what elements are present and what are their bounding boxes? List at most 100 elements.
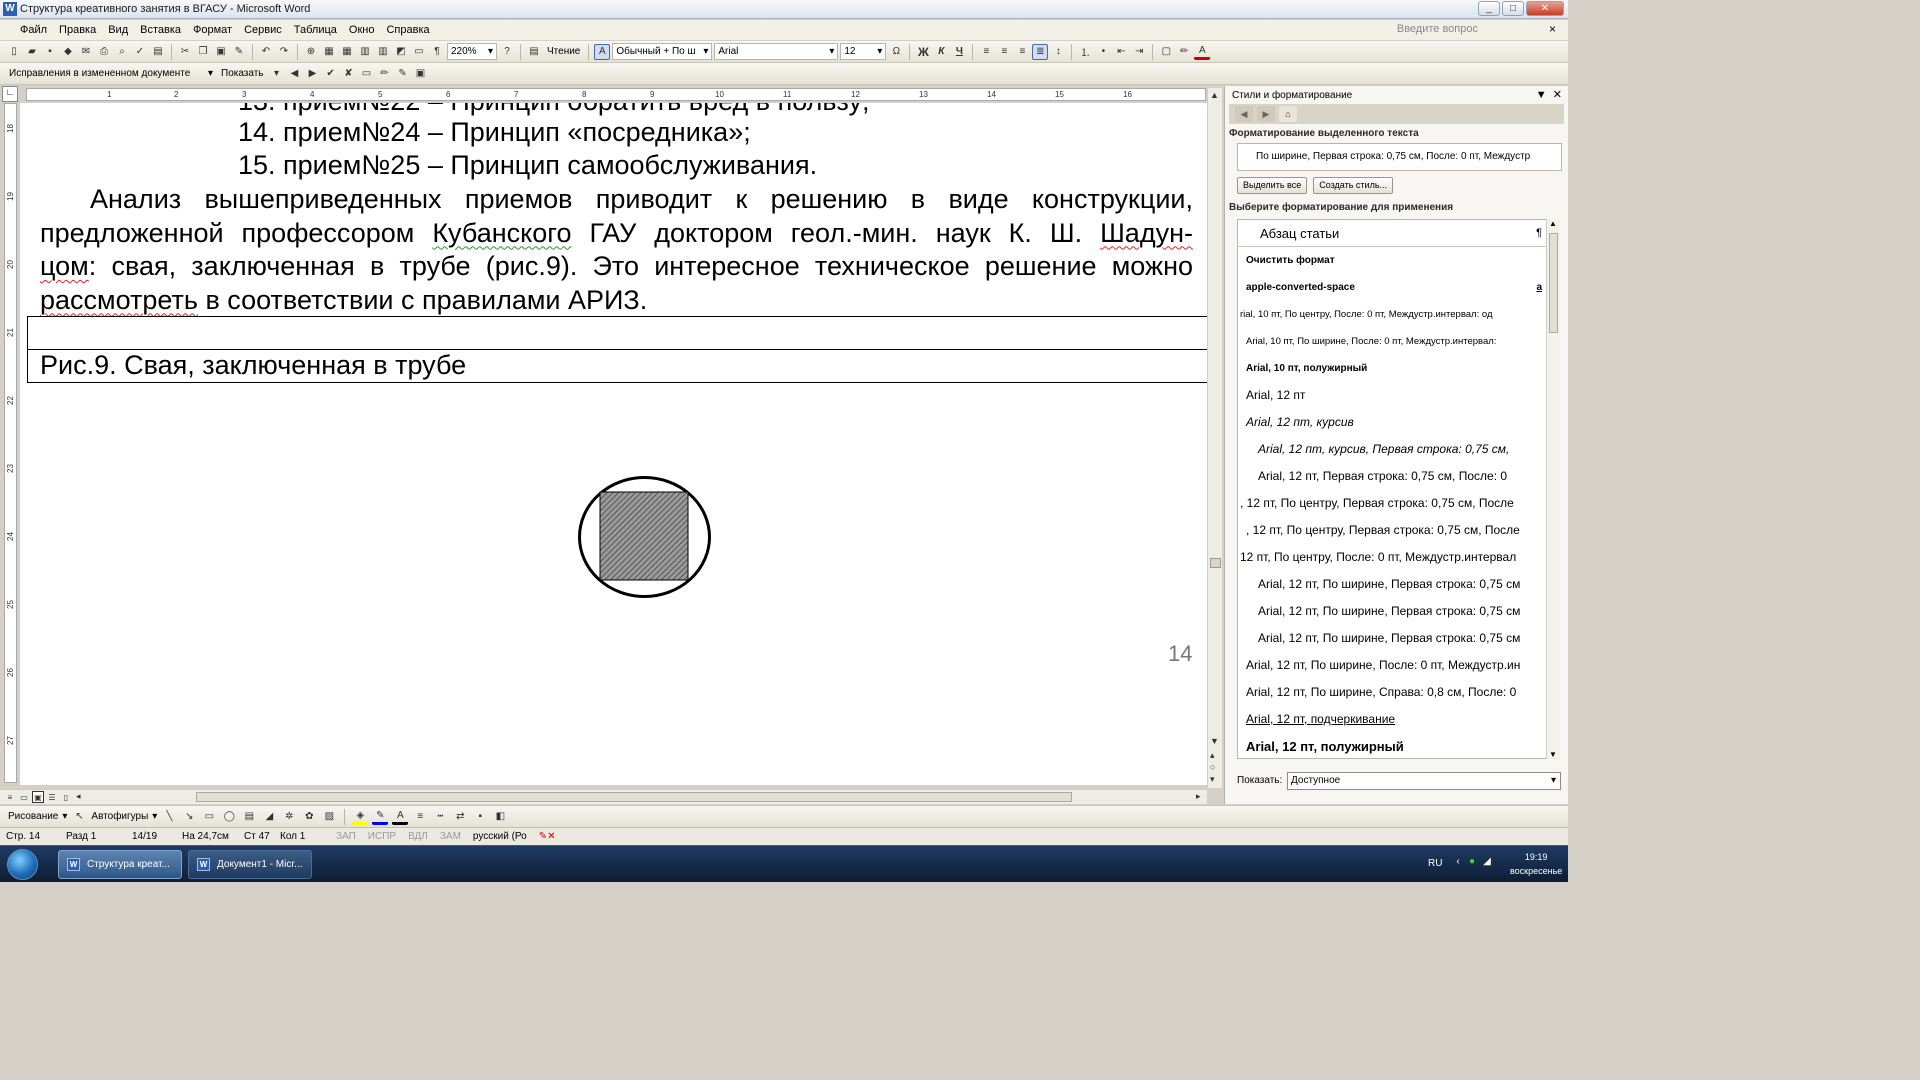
dash-style-icon[interactable]: ┅ bbox=[432, 809, 448, 825]
task-pane-close-icon[interactable]: ✕ bbox=[1553, 89, 1562, 101]
next-page-icon[interactable]: ▾ bbox=[1210, 774, 1215, 785]
styles-pane-icon[interactable]: A bbox=[594, 43, 611, 60]
style-item[interactable]: Очистить формат bbox=[1238, 247, 1546, 274]
font-select[interactable]: Arial ▾ bbox=[714, 43, 839, 60]
bullets-icon[interactable]: • bbox=[1095, 44, 1111, 60]
volume-icon[interactable]: ◢ bbox=[1481, 856, 1493, 868]
permission-icon[interactable]: ◆ bbox=[60, 44, 76, 60]
menu-tools[interactable]: Сервис bbox=[238, 24, 288, 36]
task-pane-menu-icon[interactable]: ▼ bbox=[1536, 89, 1547, 101]
format-painter-icon[interactable]: ✎ bbox=[231, 44, 247, 60]
menu-table[interactable]: Таблица bbox=[288, 24, 343, 36]
chevron-down-icon[interactable]: ▾ bbox=[269, 66, 285, 82]
outline-view-icon[interactable]: ☰ bbox=[46, 791, 58, 803]
status-overtype[interactable]: ЗАМ bbox=[434, 831, 467, 842]
previous-page-icon[interactable]: ▴ bbox=[1210, 750, 1215, 761]
line-color-icon[interactable]: ✎ bbox=[372, 809, 389, 825]
forward-icon[interactable]: ▶ bbox=[1257, 106, 1275, 122]
style-item[interactable]: , 12 пт, По центру, Первая строка: 0,75 … bbox=[1238, 490, 1546, 517]
clip-art-icon[interactable]: ✿ bbox=[301, 809, 317, 825]
reading-view-icon[interactable]: ▯ bbox=[60, 791, 72, 803]
numbering-icon[interactable]: ⒈ bbox=[1077, 44, 1093, 60]
underline-button[interactable]: Ч bbox=[951, 44, 967, 60]
document-vertical-scrollbar[interactable]: ▲ ▼ ▴ ○ ▾ bbox=[1207, 88, 1222, 788]
reading-button[interactable]: Чтение bbox=[544, 46, 583, 57]
reject-change-icon[interactable]: ✘ bbox=[341, 66, 357, 82]
read-icon[interactable]: ▤ bbox=[526, 44, 542, 60]
fill-color-icon[interactable]: ◈ bbox=[352, 809, 369, 825]
back-icon[interactable]: ◀ bbox=[1235, 106, 1253, 122]
browse-object-icon[interactable]: ○ bbox=[1210, 762, 1215, 772]
diagram-icon[interactable]: ✲ bbox=[281, 809, 297, 825]
copy-icon[interactable]: ❐ bbox=[195, 44, 211, 60]
wordart-icon[interactable]: ◢ bbox=[261, 809, 277, 825]
style-select[interactable]: Обычный + По ш ▾ bbox=[612, 43, 713, 60]
line-style-icon[interactable]: ≡ bbox=[412, 809, 428, 825]
text-box-icon[interactable]: ▤ bbox=[241, 809, 257, 825]
style-item[interactable]: 12 пт, По центру, После: 0 пт, Междустр.… bbox=[1238, 544, 1546, 571]
style-item[interactable]: rial, 10 пт, По центру, После: 0 пт, Меж… bbox=[1238, 301, 1546, 328]
undo-icon[interactable]: ↶ bbox=[258, 44, 274, 60]
web-view-icon[interactable]: ▭ bbox=[18, 791, 30, 803]
arrow-icon[interactable]: ↘ bbox=[181, 809, 197, 825]
print-layout-icon[interactable]: ▣ bbox=[32, 791, 44, 803]
email-icon[interactable]: ✉ bbox=[78, 44, 94, 60]
select-all-button[interactable]: Выделить все bbox=[1237, 177, 1308, 194]
system-clock[interactable]: 19:19 воскресенье bbox=[1510, 850, 1562, 878]
style-item[interactable]: Arial, 12 пт, Первая строка: 0,75 см, По… bbox=[1238, 463, 1546, 490]
decrease-indent-icon[interactable]: ⇤ bbox=[1113, 44, 1129, 60]
taskbar-document1-button[interactable]: W Документ1 - Micr... bbox=[188, 850, 312, 879]
arrow-style-icon[interactable]: ⇄ bbox=[452, 809, 468, 825]
justify-icon[interactable]: ≣ bbox=[1032, 43, 1049, 60]
start-button[interactable] bbox=[7, 849, 38, 880]
style-item[interactable]: Arial, 12 пт, По ширине, После: 0 пт, Ме… bbox=[1238, 652, 1546, 679]
columns-icon[interactable]: ▥ bbox=[375, 44, 391, 60]
font-color-icon[interactable]: A bbox=[1194, 44, 1211, 60]
home-icon[interactable]: ⌂ bbox=[1279, 106, 1297, 122]
bold-button[interactable]: Ж bbox=[915, 44, 931, 60]
track-changes-icon[interactable]: ✎ bbox=[395, 66, 411, 82]
accept-change-icon[interactable]: ✔ bbox=[323, 66, 339, 82]
shadow-icon[interactable]: ▪ bbox=[472, 809, 488, 825]
insert-table-icon[interactable]: ▦ bbox=[339, 44, 355, 60]
menu-insert[interactable]: Вставка bbox=[134, 24, 187, 36]
menu-window[interactable]: Окно bbox=[343, 24, 381, 36]
show-hidden-icons-icon[interactable]: ‹ bbox=[1452, 856, 1464, 868]
font-color-icon[interactable]: A bbox=[392, 809, 409, 825]
track-view-select[interactable]: Исправления в измененном документе ▾ bbox=[6, 65, 216, 82]
horizontal-scroll-thumb[interactable] bbox=[196, 792, 1072, 802]
symbol-icon[interactable]: Ω bbox=[888, 44, 904, 60]
scroll-down-icon[interactable]: ▼ bbox=[1210, 736, 1219, 746]
scroll-left-icon[interactable]: ◂ bbox=[76, 791, 81, 802]
select-objects-icon[interactable]: ↖ bbox=[71, 809, 87, 825]
network-icon[interactable]: ● bbox=[1466, 856, 1478, 868]
close-document-icon[interactable]: × bbox=[1549, 22, 1556, 36]
highlight-icon[interactable]: ✏ bbox=[377, 66, 393, 82]
style-item[interactable]: apple-converted-space a bbox=[1238, 274, 1546, 301]
show-hide-icon[interactable]: ¶ bbox=[429, 44, 445, 60]
style-item[interactable]: Абзац статьи ¶ bbox=[1238, 220, 1546, 247]
style-item[interactable]: Arial, 12 пт, полужирный bbox=[1238, 733, 1546, 758]
style-item[interactable]: Arial, 12 пт bbox=[1238, 382, 1546, 409]
status-track[interactable]: ИСПР bbox=[362, 831, 402, 842]
style-item[interactable]: Arial, 12 пт, По ширине, Первая строка: … bbox=[1238, 625, 1546, 652]
rectangle-icon[interactable]: ▭ bbox=[201, 809, 217, 825]
help-icon[interactable]: ? bbox=[499, 44, 515, 60]
menu-file[interactable]: Файл bbox=[14, 24, 53, 36]
status-record[interactable]: ЗАП bbox=[330, 831, 362, 842]
insert-excel-icon[interactable]: ▥ bbox=[357, 44, 373, 60]
save-icon[interactable]: ▪ bbox=[42, 44, 58, 60]
drawing-icon[interactable]: ◩ bbox=[393, 44, 409, 60]
picture-icon[interactable]: ▨ bbox=[321, 809, 337, 825]
style-item[interactable]: , 12 пт, По центру, Первая строка: 0,75 … bbox=[1238, 517, 1546, 544]
document-horizontal-scrollbar[interactable]: ≡ ▭ ▣ ☰ ▯ ◂ ▸ bbox=[0, 789, 1207, 804]
hyperlink-icon[interactable]: ⊕ bbox=[303, 44, 319, 60]
current-format-box[interactable]: По ширине, Первая строка: 0,75 см, После… bbox=[1237, 143, 1562, 171]
style-item[interactable]: Arial, 10 пт, По ширине, После: 0 пт, Ме… bbox=[1238, 328, 1546, 355]
menu-edit[interactable]: Правка bbox=[53, 24, 102, 36]
document-map-icon[interactable]: ▭ bbox=[411, 44, 427, 60]
new-style-button[interactable]: Создать стиль... bbox=[1313, 177, 1394, 194]
spelling-icon[interactable]: ✓ bbox=[132, 44, 148, 60]
paste-icon[interactable]: ▣ bbox=[213, 44, 229, 60]
scroll-thumb[interactable] bbox=[1549, 233, 1558, 333]
